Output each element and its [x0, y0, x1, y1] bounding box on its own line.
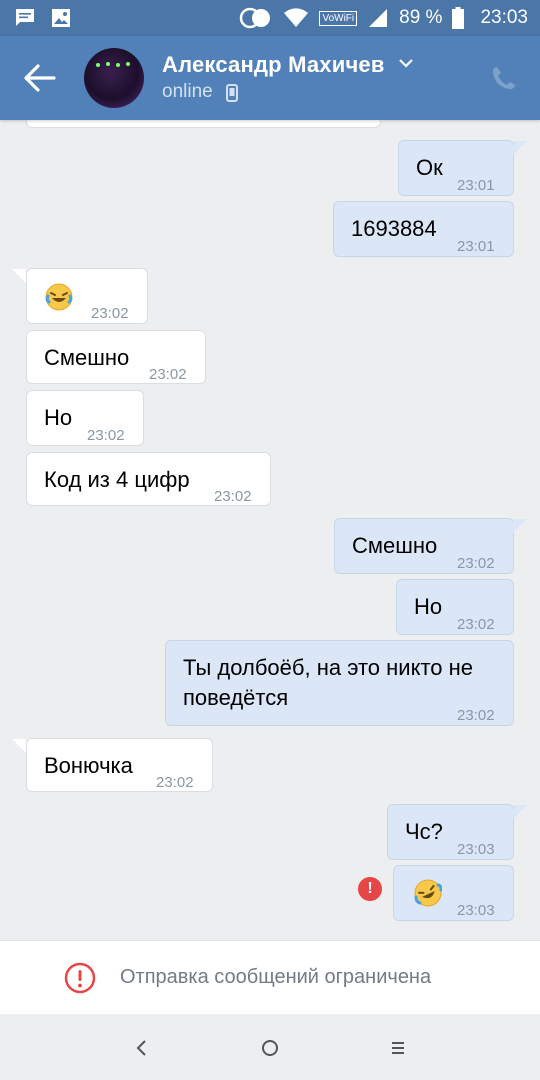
rolling-on-the-floor-laughing-icon [414, 879, 442, 907]
bubble-tail [12, 269, 26, 283]
battery-percentage: 89 % [399, 7, 443, 28]
nav-menu-icon[interactable] [384, 1034, 412, 1062]
wifi-icon [284, 8, 309, 27]
vowifi-badge: VoWiFi [319, 10, 358, 26]
chevron-down-icon[interactable] [398, 58, 414, 68]
message-time: 23:01 [457, 177, 495, 194]
message-bubble-incoming[interactable]: Код из 4 цифр 23:02 [26, 452, 271, 506]
nav-back-icon[interactable] [128, 1034, 156, 1062]
restriction-bar: Отправка сообщений ограничена [0, 940, 540, 1015]
clock: 23:03 [480, 7, 528, 28]
message-text: Смешно [352, 533, 438, 558]
restriction-text: Отправка сообщений ограничена [120, 966, 432, 988]
bubble-tail [12, 739, 26, 753]
warning-circle-icon [64, 962, 96, 994]
message-time: 23:01 [457, 238, 495, 255]
message-text: Но [44, 405, 73, 430]
cell-signal-icon [369, 9, 388, 27]
back-arrow-icon[interactable] [18, 58, 62, 98]
battery-icon [452, 7, 465, 29]
bubble-tail [513, 805, 527, 819]
message-list[interactable]: Ок 23:01 1693884 23:01 23:02 Смешно 23:0… [0, 120, 540, 940]
avatar-sparkles [96, 62, 130, 67]
bubble-tail [513, 141, 527, 155]
message-time: 23:02 [457, 555, 495, 572]
message-bubble-outgoing-failed[interactable]: 23:03 [393, 865, 514, 921]
message-time: 23:02 [457, 616, 495, 633]
contact-status: online [162, 81, 213, 102]
image-notification-icon [52, 9, 70, 27]
message-bubble-outgoing[interactable]: Ок 23:01 [398, 140, 514, 196]
message-text: Смешно [44, 345, 130, 370]
message-time: 23:02 [214, 488, 252, 505]
message-text: 1693884 [351, 216, 437, 241]
message-time: 23:02 [87, 427, 125, 444]
bubble-tail [513, 519, 527, 533]
nav-home-icon[interactable] [256, 1034, 284, 1062]
face-with-tears-of-joy-icon [45, 283, 73, 311]
message-bubble-incoming[interactable]: Вонючка 23:02 [26, 738, 213, 792]
message-bubble-outgoing[interactable]: Но 23:02 [396, 579, 514, 635]
message-bubble-clipped [26, 120, 381, 128]
message-bubble-outgoing[interactable]: Ты долбоёб, на это никто не поведётся 23… [165, 640, 514, 726]
message-bubble-outgoing[interactable]: Смешно 23:02 [334, 518, 514, 574]
phone-icon[interactable] [490, 64, 518, 92]
message-text: Чс? [405, 819, 443, 844]
message-time: 23:02 [91, 305, 129, 322]
message-text: Но [414, 594, 443, 619]
message-text: Вонючка [44, 753, 133, 778]
message-time: 23:02 [156, 774, 194, 791]
chat-notification-icon [16, 9, 34, 26]
message-bubble-incoming[interactable]: 23:02 [26, 268, 148, 324]
contact-name[interactable]: Александр Махичев [162, 52, 385, 78]
status-bar: VoWiFi 89 % 23:03 [0, 0, 540, 36]
message-bubble-incoming[interactable]: Но 23:02 [26, 390, 144, 446]
message-time: 23:03 [457, 902, 495, 919]
message-bubble-outgoing[interactable]: Чс? 23:03 [387, 804, 514, 860]
send-error-icon[interactable]: ! [358, 877, 382, 901]
avatar[interactable] [84, 48, 144, 108]
chat-header: Александр Махичев online [0, 36, 540, 120]
message-time: 23:02 [149, 366, 187, 383]
data-saver-icon [240, 7, 271, 29]
message-time: 23:02 [457, 707, 495, 724]
message-text: Код из 4 цифр [44, 467, 190, 492]
message-text: Ок [416, 155, 443, 180]
message-text: Ты долбоёб, на это никто не поведётся [183, 655, 474, 710]
system-navigation-bar [0, 1014, 540, 1080]
message-bubble-outgoing[interactable]: 1693884 23:01 [333, 201, 514, 257]
message-bubble-incoming[interactable]: Смешно 23:02 [26, 330, 206, 384]
message-time: 23:03 [457, 841, 495, 858]
mobile-device-icon [226, 84, 238, 102]
